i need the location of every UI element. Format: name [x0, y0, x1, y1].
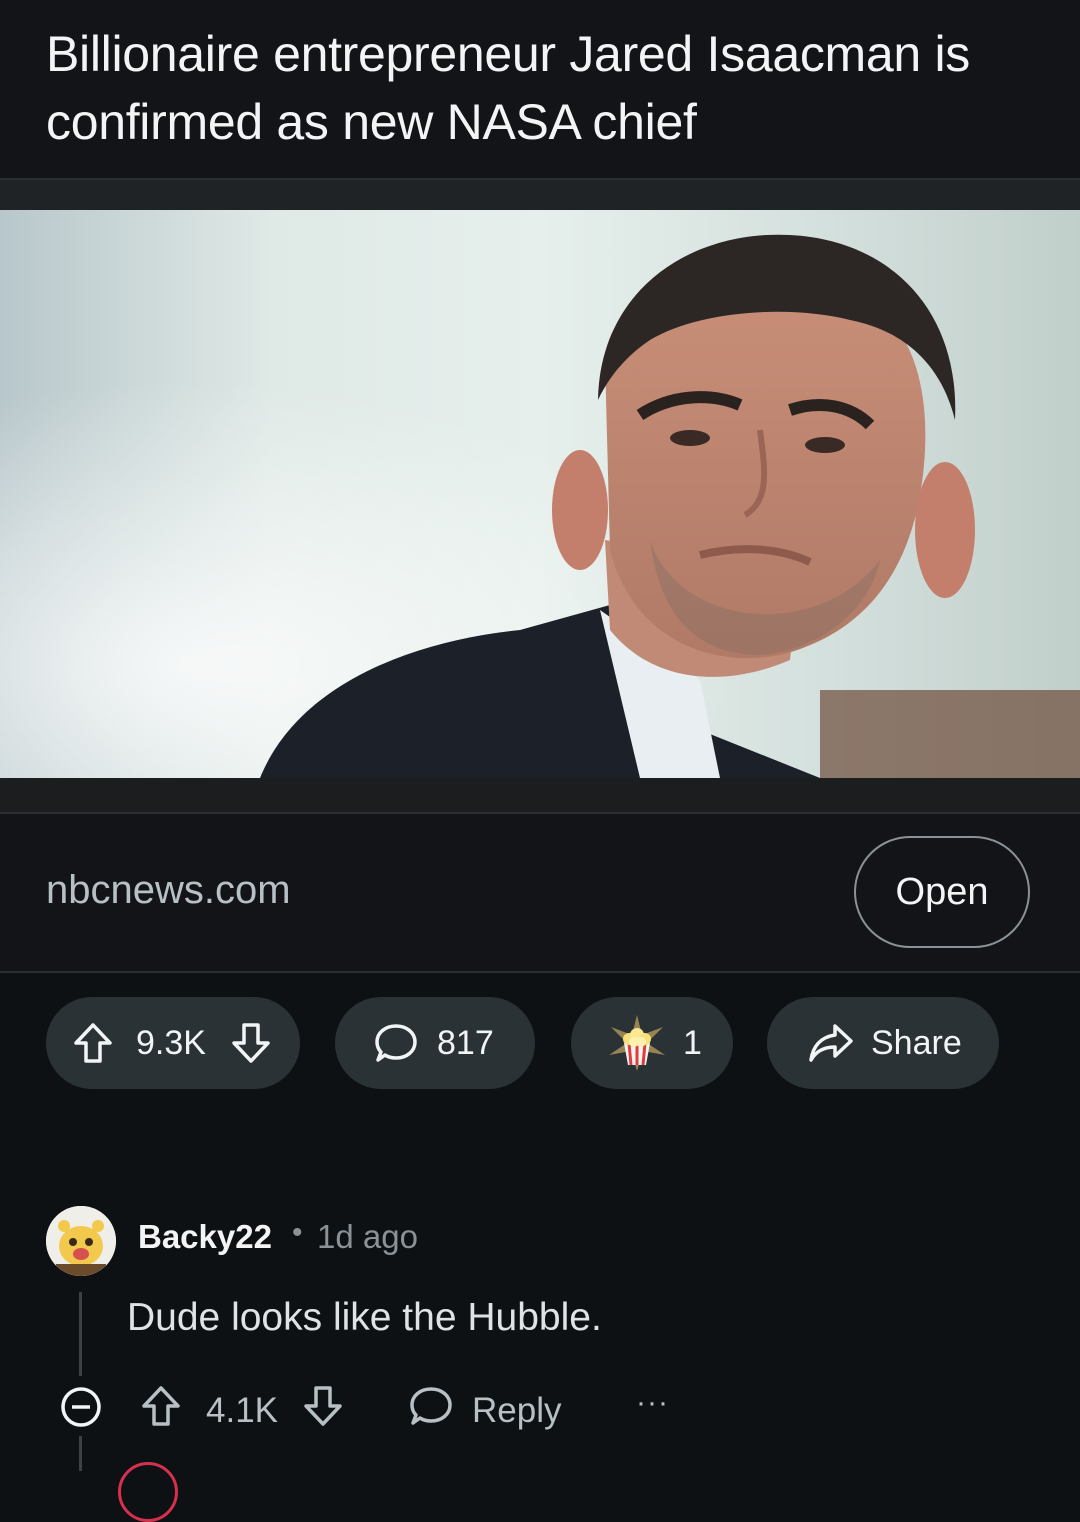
comments-button[interactable]: 817 [335, 997, 535, 1089]
avatar[interactable] [118, 1462, 178, 1522]
award-count: 1 [683, 1023, 702, 1062]
divider [0, 971, 1080, 973]
person-photo [0, 210, 1080, 778]
comment-timestamp: 1d ago [317, 1218, 418, 1255]
thread-line[interactable] [79, 1292, 82, 1376]
share-button[interactable]: Share [767, 997, 999, 1089]
collapse-button[interactable] [58, 1384, 104, 1439]
more-icon[interactable]: ··· [636, 1386, 669, 1420]
upvote-icon[interactable] [70, 1020, 116, 1066]
comment-author[interactable]: Backy22 [138, 1218, 272, 1256]
comment-text: Dude looks like the Hubble. [127, 1296, 602, 1339]
comment-count: 817 [437, 1023, 494, 1062]
link-post-card[interactable]: Billionaire entrepreneur Jared Isaacman … [0, 0, 1080, 972]
post-title[interactable]: Billionaire entrepreneur Jared Isaacman … [46, 20, 1046, 156]
share-label: Share [871, 1023, 962, 1062]
reply-button[interactable]: Reply [408, 1383, 561, 1438]
collapse-icon [58, 1384, 104, 1439]
divider [0, 812, 1080, 814]
link-domain[interactable]: nbcnews.com [46, 868, 291, 913]
downvote-icon[interactable] [228, 1020, 274, 1066]
reply-icon [408, 1383, 454, 1438]
upvote-count: 9.3K [136, 1023, 206, 1062]
comment-vote-count: 4.1K [206, 1390, 278, 1430]
meta-separator: • [292, 1216, 303, 1249]
upvote-icon[interactable] [138, 1383, 184, 1438]
link-preview-image[interactable] [0, 180, 1080, 812]
comment-vote-group: 4.1K [138, 1383, 346, 1438]
share-icon [807, 1020, 855, 1066]
popcorn-award-icon [607, 1013, 667, 1073]
comment-icon [373, 1020, 419, 1066]
open-link-button[interactable]: Open [854, 836, 1030, 948]
vote-pill: 9.3K [46, 997, 300, 1089]
award-button[interactable]: 1 [571, 997, 733, 1089]
thread-line[interactable] [79, 1436, 82, 1471]
reply-label: Reply [472, 1390, 562, 1430]
avatar[interactable] [46, 1206, 116, 1276]
downvote-icon[interactable] [300, 1383, 346, 1438]
